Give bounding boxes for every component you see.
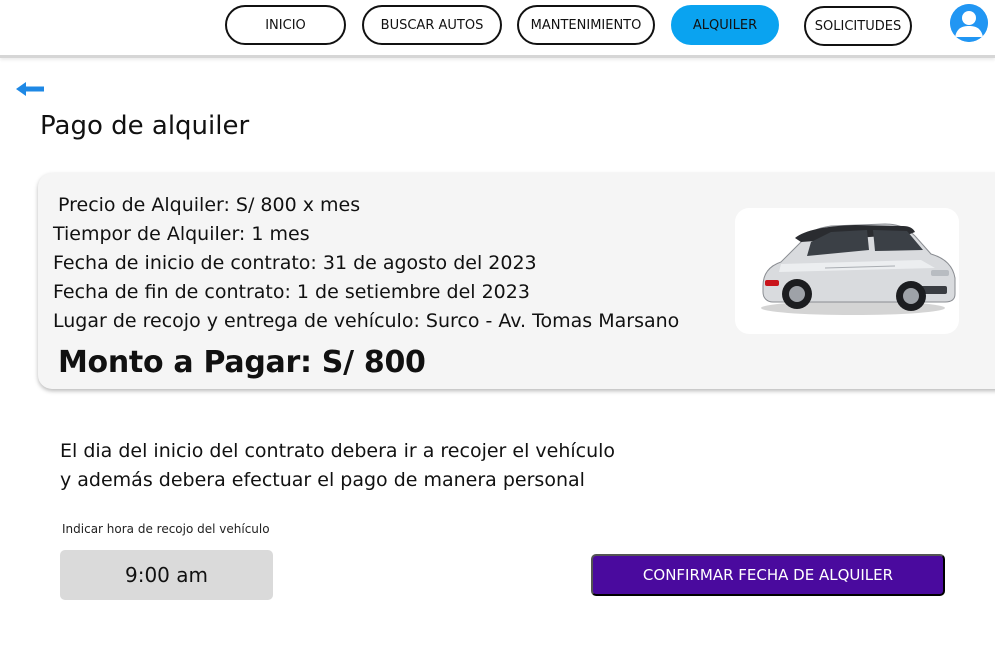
- nav-mantenimiento-button[interactable]: MANTENIMIENTO: [517, 5, 655, 45]
- pickup-time-value: 9:00 am: [124, 563, 208, 587]
- pickup-time-field[interactable]: 9:00 am: [60, 550, 273, 600]
- rental-price-text: Precio de Alquiler: S/ 800 x mes: [58, 194, 361, 216]
- top-navigation-bar: INICIO BUSCAR AUTOS MANTENIMIENTO ALQUIL…: [0, 0, 995, 58]
- pickup-notice-line-2: y además debera efectuar el pago de mane…: [60, 469, 585, 491]
- nav-buscar-autos-button[interactable]: BUSCAR AUTOS: [362, 5, 502, 45]
- pickup-location-text: Lugar de recojo y entrega de vehículo: S…: [53, 310, 680, 332]
- confirm-rental-date-button[interactable]: CONFIRMAR FECHA DE ALQUILER: [591, 554, 945, 596]
- rental-summary-card: Precio de Alquiler: S/ 800 x mes Tiempor…: [38, 173, 995, 389]
- total-amount-text: Monto a Pagar: S/ 800: [58, 345, 426, 380]
- contract-end-date-text: Fecha de fin de contrato: 1 de setiembre…: [53, 281, 530, 303]
- rental-duration-text: Tiempor de Alquiler: 1 mes: [53, 223, 310, 245]
- car-image: [735, 208, 959, 334]
- page-title: Pago de alquiler: [40, 111, 250, 141]
- pickup-notice-line-1: El dia del inicio del contrato debera ir…: [60, 440, 616, 462]
- nav-inicio-button[interactable]: INICIO: [225, 5, 346, 45]
- nav-solicitudes-button[interactable]: SOLICITUDES: [804, 6, 912, 46]
- contract-start-date-text: Fecha de inicio de contrato: 31 de agost…: [53, 252, 537, 274]
- pickup-time-label: Indicar hora de recojo del vehículo: [62, 522, 270, 536]
- back-arrow-icon[interactable]: [14, 78, 46, 100]
- nav-alquiler-button[interactable]: ALQUILER: [671, 5, 779, 45]
- user-avatar-icon[interactable]: [950, 4, 988, 42]
